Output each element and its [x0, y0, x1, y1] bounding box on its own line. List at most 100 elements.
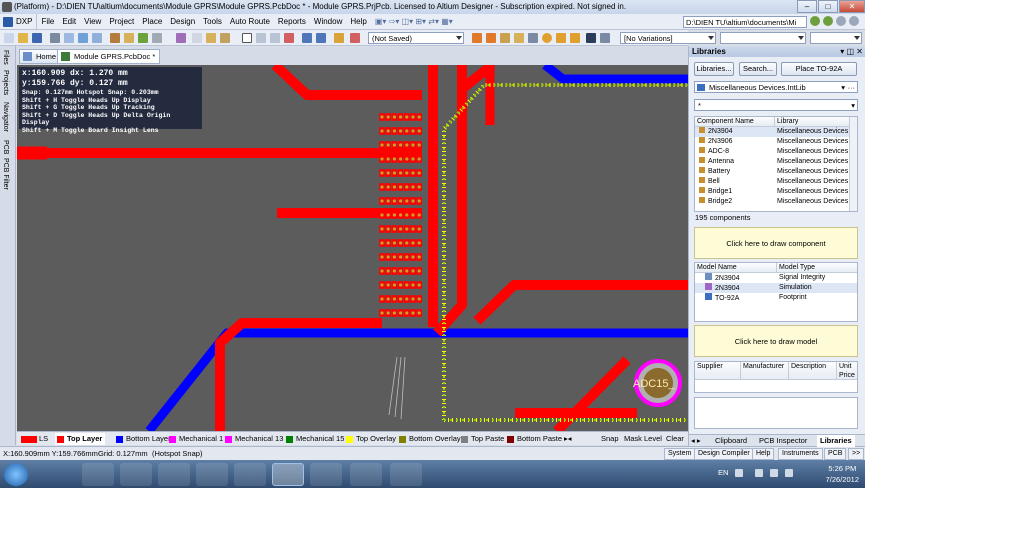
select-area-icon[interactable]: [242, 33, 252, 43]
menu-tools[interactable]: Tools: [199, 14, 226, 30]
status-instruments-button[interactable]: Instruments: [778, 448, 823, 460]
rubber-stamp-icon[interactable]: [220, 33, 230, 43]
model-row[interactable]: 2N3904 Simulation: [695, 283, 857, 293]
draw-model-area[interactable]: Click here to draw model: [694, 325, 858, 357]
editor-icon[interactable]: [138, 33, 148, 43]
move-icon[interactable]: [256, 33, 266, 43]
close-button[interactable]: ✕: [839, 0, 865, 13]
bus-icon[interactable]: [350, 33, 360, 43]
route-icon[interactable]: [472, 33, 482, 43]
panel-tabs-scroll[interactable]: ◂ ▸: [691, 435, 701, 447]
layer-tab-bottom-overlay[interactable]: Bottom Overlay: [397, 433, 461, 445]
start-orb-icon[interactable]: [4, 463, 28, 486]
print-icon[interactable]: [50, 33, 60, 43]
status-design-compiler-button[interactable]: Design Compiler: [694, 448, 754, 460]
menu-edit[interactable]: Edit: [58, 14, 80, 30]
status-more-button[interactable]: >>: [848, 448, 865, 460]
toolbar-combo-empty[interactable]: [720, 32, 806, 44]
cut-icon[interactable]: [176, 33, 186, 43]
status-help-button[interactable]: Help: [752, 448, 775, 460]
column-unit-price[interactable]: Unit Price: [837, 362, 857, 379]
column-library[interactable]: Library: [775, 117, 851, 126]
tray-network-icon[interactable]: [755, 469, 763, 477]
string-icon[interactable]: [586, 33, 596, 43]
projects-icon[interactable]: [110, 33, 120, 43]
column-supplier[interactable]: Supplier: [695, 362, 741, 379]
pad-icon[interactable]: [514, 33, 524, 43]
variations-combo[interactable]: [No Variations]: [620, 32, 716, 44]
multi-route-icon[interactable]: [500, 33, 510, 43]
place-component-button[interactable]: Place TO-92A: [781, 62, 857, 76]
layer-tab-mechanical-1[interactable]: Mechanical 1: [167, 433, 223, 445]
component-row[interactable]: Bell Miscellaneous Devices: [695, 177, 857, 187]
photo-app-icon[interactable]: [82, 463, 114, 486]
menu-design[interactable]: Design: [166, 14, 199, 30]
redo-icon[interactable]: [316, 33, 326, 43]
component-row[interactable]: Bridge2 Miscellaneous Devices: [695, 197, 857, 207]
tab-libraries[interactable]: Libraries: [817, 435, 855, 447]
forward-icon[interactable]: [823, 16, 833, 26]
tray-keyboard-icon[interactable]: [735, 469, 743, 477]
tray-volume-icon[interactable]: [770, 469, 778, 477]
menu-help[interactable]: Help: [346, 14, 370, 30]
arc-icon[interactable]: [542, 33, 552, 43]
tab-clipboard[interactable]: Clipboard: [715, 435, 747, 447]
components-scrollbar[interactable]: [849, 117, 857, 211]
undo-icon[interactable]: [302, 33, 312, 43]
tab-pcb-filter[interactable]: PCB Filter: [2, 158, 9, 190]
word-app-icon[interactable]: [120, 463, 152, 486]
status-system-button[interactable]: System: [664, 448, 696, 460]
toolbar-combo-empty-2[interactable]: [810, 32, 862, 44]
copy-icon[interactable]: [192, 33, 202, 43]
zoom-selected-icon[interactable]: [92, 33, 102, 43]
remote-app-icon[interactable]: [390, 463, 422, 486]
component-row[interactable]: Battery Miscellaneous Devices: [695, 167, 857, 177]
open-icon[interactable]: [18, 33, 28, 43]
tab-pcb-document[interactable]: Module GPRS.PcbDoc *: [57, 49, 161, 64]
component-row[interactable]: Antenna Miscellaneous Devices: [695, 157, 857, 167]
favorites-icon[interactable]: [849, 16, 859, 26]
save-state-combo[interactable]: (Not Saved): [368, 32, 464, 44]
system-clock[interactable]: 5:26 PM 7/26/2012: [826, 463, 859, 485]
menu-window[interactable]: Window: [310, 14, 346, 30]
list-icon[interactable]: [152, 33, 162, 43]
search-button[interactable]: Search...: [739, 62, 777, 76]
tab-projects[interactable]: Projects: [2, 70, 9, 95]
home-icon[interactable]: [836, 16, 846, 26]
column-component-name[interactable]: Component Name: [695, 117, 775, 126]
tab-pcb[interactable]: PCB: [2, 140, 9, 154]
menu-file[interactable]: File: [37, 14, 58, 30]
via-icon[interactable]: [528, 33, 538, 43]
tab-pcb-inspector[interactable]: PCB Inspector: [759, 435, 807, 447]
fill-icon[interactable]: [556, 33, 566, 43]
draw-component-area[interactable]: Click here to draw component: [694, 227, 858, 259]
layer-tab-top-paste[interactable]: Top Paste: [459, 433, 504, 445]
layer-tab-top-layer[interactable]: Top Layer: [55, 433, 106, 445]
clear-button[interactable]: Clear: [664, 433, 684, 445]
model-row[interactable]: TO-92A Footprint: [695, 293, 857, 303]
dxp-menu[interactable]: DXP: [0, 13, 38, 30]
tab-files[interactable]: Files: [2, 50, 9, 65]
firefox-app-icon[interactable]: [196, 463, 228, 486]
pcb-canvas[interactable]: ADC15_ x:160.909 dx: 1.270 mm y:159.766 …: [17, 65, 688, 431]
model-row[interactable]: 2N3904 Signal Integrity: [695, 273, 857, 283]
layer-tab-mechanical-13[interactable]: Mechanical 13: [223, 433, 283, 445]
status-pcb-button[interactable]: PCB: [824, 448, 847, 460]
layer-tab-bottom-paste[interactable]: Bottom Paste: [505, 433, 562, 445]
menu-project[interactable]: Project: [105, 14, 138, 30]
layer-tab-mechanical-15[interactable]: Mechanical 15: [284, 433, 344, 445]
column-manufacturer[interactable]: Manufacturer: [741, 362, 789, 379]
snap-button[interactable]: Snap: [599, 433, 619, 445]
component-row[interactable]: ADC-8 Miscellaneous Devices: [695, 147, 857, 157]
menu-reports[interactable]: Reports: [274, 14, 310, 30]
library-select[interactable]: Miscellaneous Devices.IntLib ▾ ···: [694, 81, 858, 93]
tray-flag-icon[interactable]: [785, 469, 793, 477]
chrome-app-icon[interactable]: [158, 463, 190, 486]
component-icon[interactable]: [600, 33, 610, 43]
maximize-button[interactable]: □: [818, 0, 838, 13]
back-icon[interactable]: [810, 16, 820, 26]
tab-home[interactable]: Home: [19, 49, 62, 64]
component-row[interactable]: Bridge1 Miscellaneous Devices: [695, 187, 857, 197]
panel-menu-icons[interactable]: ▾ ◫ ✕: [840, 46, 863, 57]
excel-app-icon[interactable]: [350, 463, 382, 486]
